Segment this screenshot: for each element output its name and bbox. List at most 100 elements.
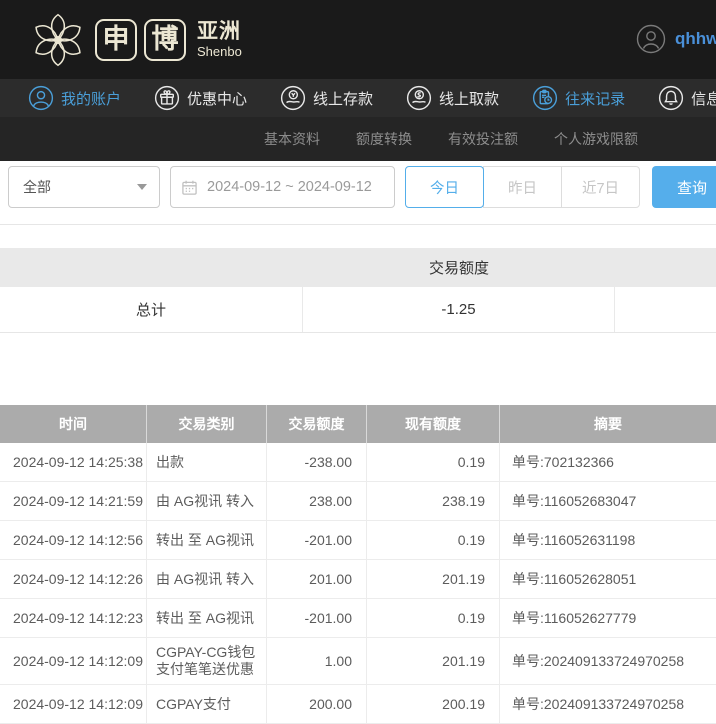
- cell-amount: -238.00: [267, 443, 367, 481]
- table-row: 2024-09-12 14:12:26 由 AG视讯 转入 201.00 201…: [0, 560, 716, 599]
- avatar-icon: [636, 24, 666, 54]
- subnav-item-basic-info[interactable]: 基本资料: [264, 129, 320, 149]
- cell-amount: 201.00: [267, 560, 367, 598]
- table-row: 2024-09-12 14:12:09 CGPAY-CG钱包支付笔笔送优惠 1.…: [0, 638, 716, 685]
- cell-type: 由 AG视讯 转入: [147, 482, 267, 520]
- table-row: 2024-09-12 14:21:59 由 AG视讯 转入 238.00 238…: [0, 482, 716, 521]
- summary-table: 交易额度 总计 -1.25: [0, 248, 716, 333]
- cell-time: 2024-09-12 14:12:09: [0, 638, 147, 684]
- summary-empty-cell: [615, 287, 716, 332]
- cell-balance: 0.19: [367, 521, 500, 559]
- cell-amount: -201.00: [267, 521, 367, 559]
- column-header-balance: 现有额度: [367, 405, 500, 443]
- cell-note: 单号:702132366: [500, 443, 716, 481]
- category-select[interactable]: 全部: [8, 166, 160, 208]
- column-header-type: 交易类别: [147, 405, 267, 443]
- cell-time: 2024-09-12 14:12:09: [0, 685, 147, 723]
- today-button[interactable]: 今日: [405, 166, 484, 208]
- summary-header-spacer: [0, 248, 303, 287]
- cell-time: 2024-09-12 14:21:59: [0, 482, 147, 520]
- table-row: 2024-09-12 14:12:23 转出 至 AG视讯 -201.00 0.…: [0, 599, 716, 638]
- nav-item-records[interactable]: 往来记录: [532, 85, 625, 111]
- cell-type: 转出 至 AG视讯: [147, 521, 267, 559]
- cell-balance: 201.19: [367, 560, 500, 598]
- nav-item-messages[interactable]: 信息: [658, 85, 716, 111]
- top-header: 申 博 亚洲 Shenbo qhhw: [0, 0, 716, 79]
- subnav-item-valid-bets[interactable]: 有效投注额: [448, 129, 518, 149]
- gift-icon: [154, 85, 180, 111]
- subnav-item-quota-transfer[interactable]: 额度转换: [356, 129, 412, 149]
- cell-note: 单号:116052627779: [500, 599, 716, 637]
- table-row: 2024-09-12 14:25:38 出款 -238.00 0.19 单号:7…: [0, 443, 716, 482]
- brand-text: 亚洲 Shenbo: [197, 21, 242, 58]
- summary-header-spacer: [615, 248, 716, 287]
- transactions-table: 时间 交易类别 交易额度 现有额度 摘要 2024-09-12 14:25:38…: [0, 405, 716, 724]
- bell-icon: [658, 85, 684, 111]
- cell-amount: 238.00: [267, 482, 367, 520]
- cell-type: 转出 至 AG视讯: [147, 599, 267, 637]
- category-select-value: 全部: [23, 177, 51, 197]
- cell-time: 2024-09-12 14:25:38: [0, 443, 147, 481]
- deposit-icon: [280, 85, 306, 111]
- main-nav: 我的账户 优惠中心 线上存款 线上取款: [0, 79, 716, 117]
- summary-header-row: 交易额度: [0, 248, 716, 287]
- last7days-button[interactable]: 近7日: [561, 166, 640, 208]
- cell-balance: 0.19: [367, 599, 500, 637]
- flower-logo-icon: [28, 10, 88, 70]
- cell-note: 单号:202409133724970258: [500, 638, 716, 684]
- summary-total-label: 总计: [0, 287, 303, 332]
- chevron-down-icon: [137, 184, 147, 190]
- cell-balance: 200.19: [367, 685, 500, 723]
- user-icon: [28, 85, 54, 111]
- cell-balance: 201.19: [367, 638, 500, 684]
- records-icon: [532, 85, 558, 111]
- withdraw-icon: [406, 85, 432, 111]
- nav-item-my-account[interactable]: 我的账户: [28, 85, 121, 111]
- nav-item-deposit[interactable]: 线上存款: [280, 85, 373, 111]
- query-button[interactable]: 查询: [652, 166, 716, 208]
- brand-region: 亚洲: [197, 21, 242, 42]
- cell-amount: 1.00: [267, 638, 367, 684]
- summary-header-label: 交易额度: [303, 248, 615, 287]
- date-range-picker[interactable]: 2024-09-12 ~ 2024-09-12: [170, 166, 395, 208]
- subnav-item-game-limits[interactable]: 个人游戏限额: [554, 129, 638, 149]
- nav-label: 线上存款: [313, 88, 373, 109]
- cell-type: 由 AG视讯 转入: [147, 560, 267, 598]
- cell-note: 单号:116052683047: [500, 482, 716, 520]
- brand-logo[interactable]: 申 博 亚洲 Shenbo: [28, 10, 242, 70]
- brand-latin: Shenbo: [197, 45, 242, 58]
- quick-date-group: 今日 昨日 近7日: [405, 166, 640, 208]
- cell-time: 2024-09-12 14:12:23: [0, 599, 147, 637]
- nav-item-withdraw[interactable]: 线上取款: [406, 85, 499, 111]
- cell-time: 2024-09-12 14:12:26: [0, 560, 147, 598]
- table-row: 2024-09-12 14:12:09 CGPAY支付 200.00 200.1…: [0, 685, 716, 724]
- cell-note: 单号:116052628051: [500, 560, 716, 598]
- logo-char-shen: 申: [95, 19, 137, 61]
- cell-amount: -201.00: [267, 599, 367, 637]
- cell-type: CGPAY支付: [147, 685, 267, 723]
- cell-amount: 200.00: [267, 685, 367, 723]
- nav-label: 往来记录: [565, 88, 625, 109]
- column-header-amount: 交易额度: [267, 405, 367, 443]
- cell-type: CGPAY-CG钱包支付笔笔送优惠: [147, 638, 267, 684]
- sub-nav: 基本资料 额度转换 有效投注额 个人游戏限额: [0, 117, 716, 161]
- cell-note: 单号:116052631198: [500, 521, 716, 559]
- logo-char-bo: 博: [144, 19, 186, 61]
- column-header-time: 时间: [0, 405, 147, 443]
- cell-note: 单号:202409133724970258: [500, 685, 716, 723]
- cell-time: 2024-09-12 14:12:56: [0, 521, 147, 559]
- date-range-value: 2024-09-12 ~ 2024-09-12: [207, 179, 372, 195]
- nav-label: 优惠中心: [187, 88, 247, 109]
- column-header-note: 摘要: [500, 405, 716, 443]
- cell-balance: 238.19: [367, 482, 500, 520]
- nav-item-promotions[interactable]: 优惠中心: [154, 85, 247, 111]
- cell-balance: 0.19: [367, 443, 500, 481]
- user-account[interactable]: qhhw: [636, 24, 716, 54]
- yesterday-button[interactable]: 昨日: [483, 166, 562, 208]
- summary-total-row: 总计 -1.25: [0, 287, 716, 333]
- username-text[interactable]: qhhw: [675, 29, 716, 49]
- summary-total-value: -1.25: [303, 287, 615, 332]
- cell-type: 出款: [147, 443, 267, 481]
- table-row: 2024-09-12 14:12:56 转出 至 AG视讯 -201.00 0.…: [0, 521, 716, 560]
- table-header-row: 时间 交易类别 交易额度 现有额度 摘要: [0, 405, 716, 443]
